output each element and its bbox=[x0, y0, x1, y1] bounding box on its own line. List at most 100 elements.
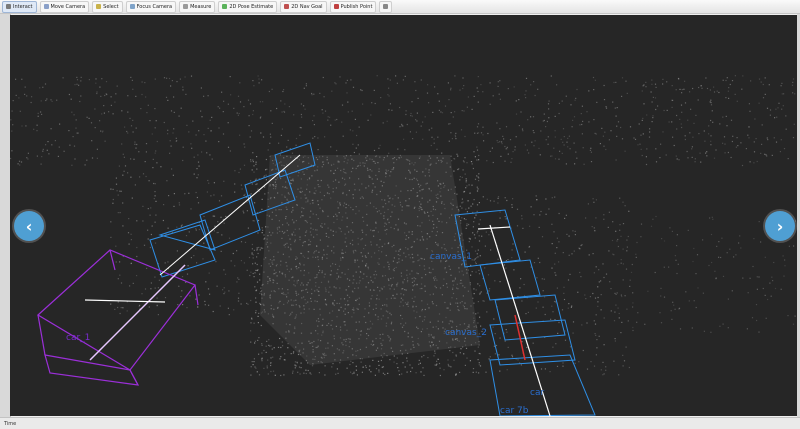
point bbox=[39, 87, 41, 89]
point bbox=[101, 78, 103, 80]
point bbox=[387, 372, 389, 374]
point bbox=[256, 256, 258, 258]
focus-camera-tool-button[interactable]: Focus Camera bbox=[125, 0, 177, 13]
pose-estimate-tool-button[interactable]: 2D Pose Estimate bbox=[218, 0, 278, 13]
point bbox=[349, 363, 351, 366]
point bbox=[660, 287, 662, 289]
point bbox=[758, 276, 760, 278]
point bbox=[195, 228, 197, 230]
point bbox=[758, 221, 760, 223]
point bbox=[592, 292, 594, 295]
point bbox=[153, 198, 155, 200]
point bbox=[718, 241, 720, 243]
purple-bounding-box bbox=[36, 249, 199, 386]
point bbox=[287, 139, 289, 141]
point bbox=[554, 319, 556, 321]
point bbox=[162, 219, 164, 222]
point bbox=[88, 79, 90, 81]
point bbox=[130, 233, 132, 235]
point bbox=[731, 80, 734, 82]
point bbox=[119, 312, 121, 315]
point bbox=[260, 287, 262, 289]
point bbox=[476, 126, 479, 128]
point bbox=[533, 262, 536, 264]
point bbox=[626, 92, 628, 94]
point bbox=[251, 169, 253, 171]
point bbox=[572, 230, 574, 232]
point bbox=[477, 249, 479, 251]
point bbox=[127, 111, 129, 113]
point bbox=[573, 250, 575, 252]
point bbox=[502, 135, 504, 137]
point bbox=[529, 225, 531, 227]
point bbox=[132, 88, 134, 90]
point bbox=[532, 116, 535, 118]
point bbox=[21, 78, 23, 80]
point bbox=[459, 176, 461, 178]
move-camera-tool-button[interactable]: Move Camera bbox=[39, 0, 90, 13]
point bbox=[120, 282, 123, 284]
point bbox=[267, 373, 269, 375]
point bbox=[212, 310, 214, 313]
interact-tool-button[interactable]: Interact bbox=[2, 0, 37, 13]
3d-viewport[interactable]: car_1 canvas_1 canvas_2 car car 7b bbox=[10, 15, 797, 416]
point bbox=[472, 226, 474, 228]
point bbox=[512, 198, 514, 200]
add-tool-button[interactable] bbox=[379, 0, 393, 13]
previous-arrow-button[interactable]: ‹ bbox=[14, 211, 44, 241]
point bbox=[243, 262, 245, 264]
point bbox=[412, 138, 414, 140]
measure-tool-button[interactable]: Measure bbox=[179, 0, 216, 13]
point bbox=[300, 367, 302, 369]
point bbox=[110, 236, 112, 238]
point bbox=[520, 364, 522, 366]
point bbox=[382, 356, 384, 358]
point bbox=[422, 138, 424, 140]
point bbox=[711, 261, 713, 264]
point bbox=[68, 130, 70, 132]
nav-goal-tool-button[interactable]: 2D Nav Goal bbox=[280, 0, 327, 13]
point bbox=[410, 370, 412, 373]
point bbox=[193, 173, 195, 175]
point bbox=[466, 225, 468, 227]
point bbox=[152, 158, 154, 160]
point bbox=[351, 110, 353, 112]
point bbox=[171, 80, 173, 82]
point bbox=[550, 155, 552, 157]
select-tool-button[interactable]: Select bbox=[92, 0, 123, 13]
point bbox=[450, 366, 452, 368]
point bbox=[57, 155, 59, 157]
point bbox=[156, 140, 158, 143]
point bbox=[722, 275, 725, 277]
point bbox=[622, 248, 624, 250]
point bbox=[19, 164, 21, 166]
interact-icon bbox=[6, 4, 11, 9]
point bbox=[612, 221, 614, 223]
point bbox=[262, 101, 264, 103]
publish-point-tool-button[interactable]: Publish Point bbox=[329, 0, 377, 13]
point bbox=[24, 93, 26, 95]
point bbox=[374, 374, 376, 376]
point bbox=[62, 77, 64, 79]
point bbox=[562, 252, 564, 254]
point bbox=[515, 100, 517, 102]
point bbox=[726, 77, 728, 79]
point bbox=[378, 147, 380, 149]
chevron-right-icon: › bbox=[776, 216, 784, 236]
point bbox=[373, 149, 376, 152]
point bbox=[515, 136, 517, 138]
point bbox=[132, 119, 134, 121]
rviz-toolbar: Interact Move Camera Select Focus Camera… bbox=[0, 0, 800, 14]
point bbox=[227, 103, 229, 105]
point bbox=[154, 195, 156, 197]
point bbox=[600, 280, 602, 282]
next-arrow-button[interactable]: › bbox=[765, 211, 795, 241]
point bbox=[269, 142, 271, 144]
point bbox=[681, 126, 683, 129]
point bbox=[487, 132, 489, 135]
point bbox=[450, 112, 452, 114]
point bbox=[312, 120, 314, 122]
point bbox=[251, 253, 253, 255]
point bbox=[740, 247, 742, 249]
point bbox=[551, 155, 553, 157]
